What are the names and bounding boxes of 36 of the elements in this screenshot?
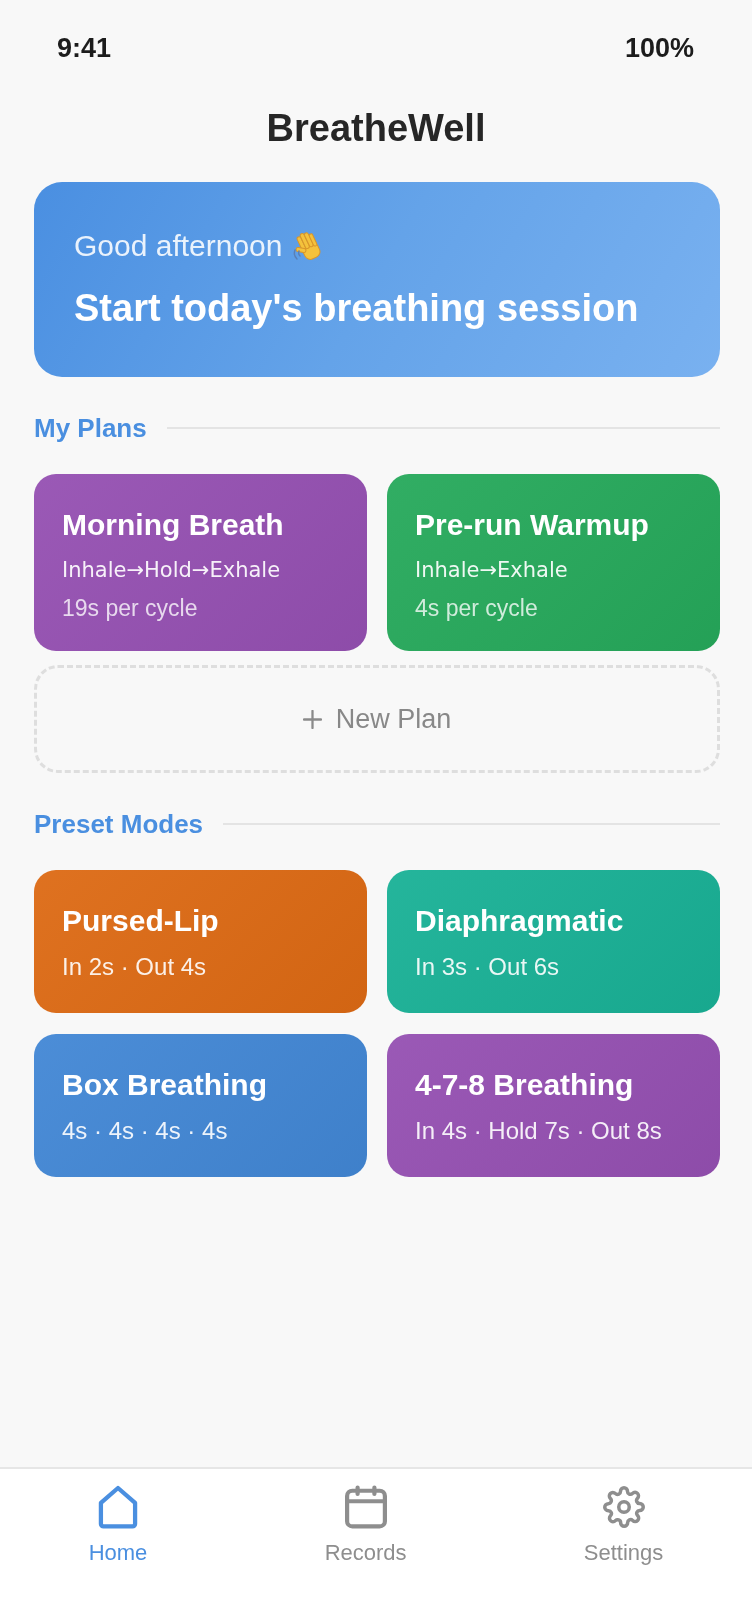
plan-pattern: Inhale→Hold→Exhale — [62, 557, 282, 584]
home-icon — [97, 1485, 139, 1529]
preset-title: 4-7-8 Breathing — [415, 1067, 635, 1103]
status-time: 9:41 — [57, 32, 112, 64]
plan-card[interactable]: Morning Breath Inhale→Hold→Exhale 19s per cycle — [34, 474, 367, 651]
preset-timing: In 4s · Hold 7s · Out 8s — [415, 1116, 663, 1146]
plan-title: Pre-run Warmup — [415, 507, 650, 543]
preset-title: Diaphragmatic — [415, 903, 625, 939]
hero-title: Start today's breathing session — [74, 286, 640, 330]
hero-card[interactable]: Good afternoon Start today's breathing session — [34, 182, 720, 377]
plus-icon — [302, 709, 322, 729]
tab[interactable]: Settings — [581, 1485, 666, 1566]
preset-timing: 4s · 4s · 4s · 4s — [62, 1116, 229, 1146]
preset-timing: In 2s · Out 4s — [62, 952, 208, 982]
preset-card[interactable]: Box Breathing 4s · 4s · 4s · 4s — [34, 1034, 367, 1177]
plan-cycle: 4s per cycle — [415, 594, 539, 622]
app-title: BreatheWell — [266, 106, 486, 150]
settings-icon — [602, 1485, 645, 1529]
tab[interactable]: Home — [86, 1485, 150, 1566]
new-plan-button[interactable]: New Plan — [34, 665, 720, 773]
plan-cycle: 19s per cycle — [62, 594, 199, 622]
plan-title: Morning Breath — [62, 507, 285, 543]
preset-card[interactable]: 4-7-8 Breathing In 4s · Hold 7s · Out 8s — [387, 1034, 720, 1177]
tab[interactable]: Records — [322, 1485, 409, 1566]
preset-card[interactable]: Pursed-Lip In 2s · Out 4s — [34, 870, 367, 1013]
plan-card[interactable]: Pre-run Warmup Inhale→Exhale 4s per cycle — [387, 474, 720, 651]
preset-title: Box Breathing — [62, 1067, 269, 1103]
section-heading: Preset Modes — [34, 808, 204, 840]
plan-pattern: Inhale→Exhale — [415, 557, 569, 584]
preset-title: Pursed-Lip — [62, 903, 220, 939]
battery-percent: 100% — [624, 32, 694, 64]
preset-timing: In 3s · Out 6s — [415, 952, 561, 982]
greeting-text: Good afternoon — [74, 228, 283, 264]
preset-card[interactable]: Diaphragmatic In 3s · Out 6s — [387, 870, 720, 1013]
calendar-icon — [344, 1485, 387, 1529]
section-heading: My Plans — [34, 412, 147, 444]
